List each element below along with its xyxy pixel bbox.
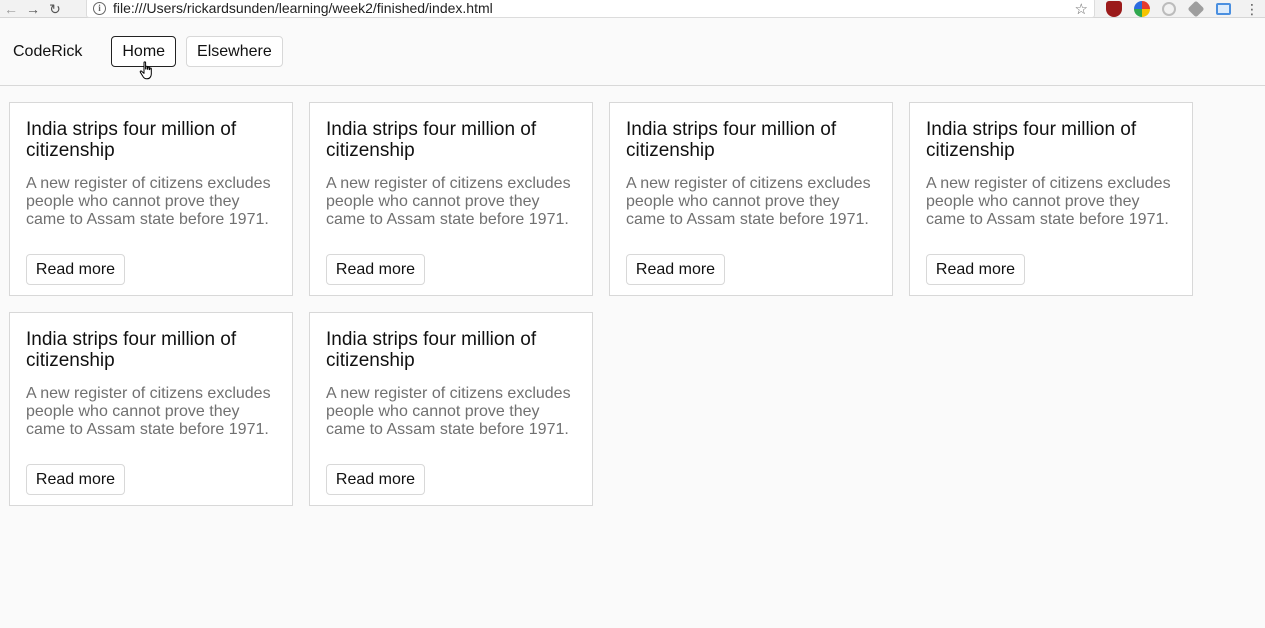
- extensions-bar: [1106, 0, 1243, 18]
- news-card: India strips four million of citizenship…: [609, 102, 893, 296]
- arrow-right-icon[interactable]: →: [22, 0, 44, 18]
- news-card: India strips four million of citizenship…: [9, 102, 293, 296]
- circle-extension-icon[interactable]: [1162, 2, 1176, 16]
- read-more-button[interactable]: Read more: [926, 254, 1025, 285]
- read-more-button[interactable]: Read more: [626, 254, 725, 285]
- card-description: A new register of citizens excludes peop…: [326, 175, 571, 228]
- card-title: India strips four million of citizenship: [626, 119, 837, 161]
- read-more-button[interactable]: Read more: [326, 254, 425, 285]
- reload-icon[interactable]: ↻: [44, 0, 66, 18]
- read-more-button[interactable]: Read more: [326, 464, 425, 495]
- card-description: A new register of citizens excludes peop…: [26, 175, 271, 228]
- ublock-icon[interactable]: [1106, 1, 1122, 17]
- brand-logo[interactable]: CodeRick: [13, 43, 82, 61]
- card-description: A new register of citizens excludes peop…: [626, 175, 871, 228]
- browser-toolbar: ← → ↻ i file:///Users/rickardsunden/lear…: [0, 0, 1265, 18]
- news-card: India strips four million of citizenship…: [309, 312, 593, 506]
- screen-extension-icon[interactable]: [1216, 3, 1231, 15]
- arrow-left-icon[interactable]: ←: [0, 0, 22, 18]
- card-grid: India strips four million of citizenship…: [0, 86, 1220, 522]
- site-header: CodeRick Home Elsewhere: [0, 18, 1265, 86]
- card-title: India strips four million of citizenship: [26, 329, 237, 371]
- nav-home-button[interactable]: Home: [111, 36, 177, 67]
- news-card: India strips four million of citizenship…: [909, 102, 1193, 296]
- layers-extension-icon[interactable]: [1187, 0, 1205, 18]
- card-title: India strips four million of citizenship: [326, 119, 537, 161]
- news-card: India strips four million of citizenship…: [9, 312, 293, 506]
- more-vert-icon[interactable]: ⋮: [1245, 0, 1259, 18]
- card-title: India strips four million of citizenship: [926, 119, 1137, 161]
- card-description: A new register of citizens excludes peop…: [926, 175, 1171, 228]
- color-picker-icon[interactable]: [1134, 1, 1150, 17]
- url-text: file:///Users/rickardsunden/learning/wee…: [113, 0, 493, 16]
- news-card: India strips four million of citizenship…: [309, 102, 593, 296]
- card-title: India strips four million of citizenship: [26, 119, 237, 161]
- read-more-button[interactable]: Read more: [26, 254, 125, 285]
- star-icon[interactable]: ☆: [1075, 0, 1088, 18]
- card-title: India strips four million of citizenship: [326, 329, 537, 371]
- nav-elsewhere-button[interactable]: Elsewhere: [186, 36, 283, 67]
- read-more-button[interactable]: Read more: [26, 464, 125, 495]
- card-description: A new register of citizens excludes peop…: [326, 385, 571, 438]
- card-description: A new register of citizens excludes peop…: [26, 385, 271, 438]
- info-icon[interactable]: i: [93, 1, 106, 15]
- address-bar[interactable]: i file:///Users/rickardsunden/learning/w…: [86, 0, 1095, 18]
